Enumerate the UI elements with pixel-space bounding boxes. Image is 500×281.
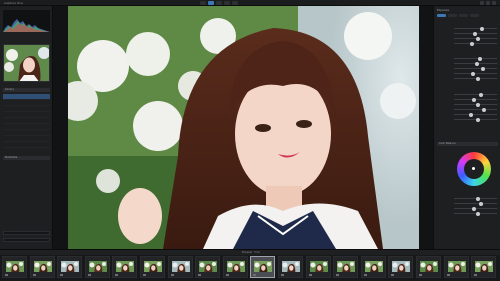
thumbnail-image (309, 259, 328, 272)
library-section-header[interactable]: Library (3, 88, 50, 92)
thumbnail-flag-icon[interactable] (336, 274, 340, 276)
filmstrip: Browser Filter (0, 249, 500, 281)
thumbnail-image (171, 259, 190, 272)
slider-group-exposure (438, 26, 497, 46)
thumbnail-flag-icon[interactable] (225, 274, 229, 276)
thumbnail-flag-icon[interactable] (281, 274, 284, 276)
thumbnail-strip (0, 256, 500, 278)
histogram (3, 10, 50, 32)
filmstrip-thumbnail[interactable] (29, 256, 55, 278)
tool-group (200, 1, 238, 5)
tab-3[interactable] (459, 14, 468, 17)
thumbnail-flag-icon[interactable] (474, 274, 478, 276)
metadata-list (3, 166, 50, 226)
slider[interactable] (438, 41, 497, 46)
filmstrip-thumbnail[interactable] (195, 256, 221, 278)
thumbnail-image (33, 259, 52, 272)
image-viewer[interactable] (53, 6, 433, 249)
thumbnail-image (88, 259, 107, 272)
filmstrip-thumbnail[interactable] (278, 256, 303, 278)
thumbnail-flag-icon[interactable] (115, 274, 119, 276)
color-wheel-handle[interactable] (472, 167, 475, 170)
thumbnail-image (364, 259, 383, 272)
filmstrip-thumbnail[interactable] (222, 256, 248, 278)
exposure-tool-title: Exposure (437, 9, 450, 12)
metadata-row (3, 221, 50, 226)
list-item[interactable] (3, 142, 50, 148)
tab-4[interactable] (470, 14, 479, 17)
filter-label[interactable]: Filter (254, 250, 260, 255)
minimize-icon[interactable] (480, 1, 484, 5)
thumbnail-flag-icon[interactable] (60, 274, 64, 276)
filmstrip-thumbnail[interactable] (112, 256, 138, 278)
thumbnail-flag-icon[interactable] (5, 274, 8, 276)
filmstrip-thumbnail[interactable] (57, 256, 83, 278)
thumbnail-image (199, 259, 218, 272)
slider-group-hdr (438, 56, 497, 81)
thumbnail-flag-icon[interactable] (87, 274, 91, 276)
thumbnail-image (6, 259, 24, 272)
thumbnail-flag-icon[interactable] (446, 274, 450, 276)
thumbnail-flag-icon[interactable] (198, 274, 202, 276)
navigator-thumbnail[interactable] (3, 44, 50, 82)
thumbnail-image (447, 259, 466, 272)
thumbnail-image (226, 259, 245, 272)
slider[interactable] (438, 211, 497, 216)
browser-label[interactable]: Browser (242, 250, 253, 255)
thumbnail-image (337, 259, 356, 272)
filmstrip-thumbnail[interactable] (360, 256, 386, 278)
slider[interactable] (438, 117, 497, 122)
filmstrip-thumbnail[interactable] (443, 256, 469, 278)
color-balance-header[interactable]: Color Balance (437, 142, 498, 146)
tool-button-4[interactable] (224, 1, 230, 5)
tool-button-2[interactable] (208, 1, 214, 5)
window-controls (480, 1, 496, 5)
thumbnail-flag-icon[interactable] (253, 274, 257, 276)
left-tool-panel: Library Metadata (0, 6, 53, 249)
filmstrip-thumbnail[interactable] (250, 256, 276, 278)
slider-group-clarity (438, 92, 497, 122)
filmstrip-thumbnail[interactable] (416, 256, 441, 278)
close-icon[interactable] (492, 1, 496, 5)
metadata-field[interactable] (3, 231, 50, 235)
right-tool-panel: Exposure Color Balance (433, 6, 500, 249)
thumbnail-flag-icon[interactable] (391, 274, 395, 276)
filmstrip-thumbnail[interactable] (388, 256, 414, 278)
filmstrip-thumbnail[interactable] (471, 256, 497, 278)
slider[interactable] (438, 76, 497, 81)
tool-button-3[interactable] (216, 1, 222, 5)
thumbnail-flag-icon[interactable] (143, 274, 146, 276)
tool-tabs (437, 14, 479, 17)
thumbnail-image (61, 259, 80, 272)
filmstrip-thumbnail[interactable] (84, 256, 110, 278)
filmstrip-thumbnail[interactable] (333, 256, 359, 278)
filmstrip-thumbnail[interactable] (2, 256, 27, 278)
thumbnail-flag-icon[interactable] (32, 274, 36, 276)
thumbnail-image (254, 259, 273, 272)
main-photo[interactable] (68, 6, 419, 249)
thumbnail-image (475, 259, 494, 272)
metadata-section-header[interactable]: Metadata (3, 156, 50, 160)
tool-button-1[interactable] (200, 1, 206, 5)
maximize-icon[interactable] (486, 1, 490, 5)
filmstrip-thumbnail[interactable] (167, 256, 193, 278)
thumbnail-image (116, 259, 135, 272)
thumbnail-flag-icon[interactable] (363, 274, 367, 276)
thumbnail-flag-icon[interactable] (419, 274, 422, 276)
thumbnail-image (144, 259, 162, 272)
thumbnail-image (392, 259, 411, 272)
filmstrip-thumbnail[interactable] (140, 256, 165, 278)
slider-group-color (438, 196, 497, 216)
metadata-field[interactable] (3, 238, 50, 242)
thumbnail-flag-icon[interactable] (170, 274, 174, 276)
collection-list (3, 94, 50, 148)
thumbnail-flag-icon[interactable] (308, 274, 312, 276)
filmstrip-thumbnail[interactable] (305, 256, 331, 278)
tool-button-5[interactable] (232, 1, 238, 5)
tab-2[interactable] (448, 14, 457, 17)
tab-1[interactable] (437, 14, 446, 17)
thumbnail-image (282, 259, 300, 272)
filmstrip-toolbar: Browser Filter (0, 250, 500, 255)
thumbnail-image (420, 259, 438, 272)
